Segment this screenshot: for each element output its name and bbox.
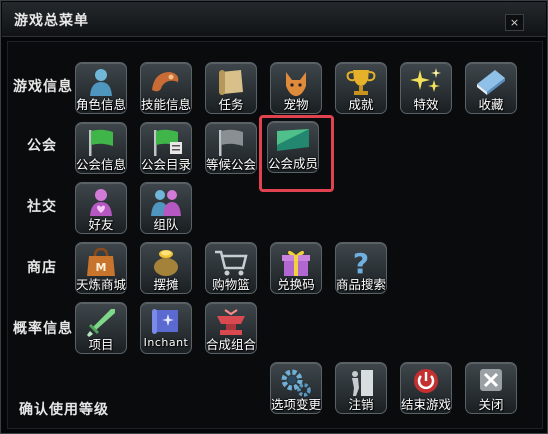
pet-button[interactable]: 宠物 bbox=[270, 62, 322, 114]
guild-info-button[interactable]: 公会信息 bbox=[75, 122, 127, 174]
cart-button[interactable]: 购物篮 bbox=[205, 242, 257, 294]
confirm-level-label: 确认使用等级 bbox=[19, 402, 109, 418]
svg-text:M: M bbox=[96, 261, 107, 274]
collection-button[interactable]: 收藏 bbox=[465, 62, 517, 114]
stall-button[interactable]: 摆摊 bbox=[140, 242, 192, 294]
party-button[interactable]: 组队 bbox=[140, 182, 192, 234]
quest-button[interactable]: 任务 bbox=[205, 62, 257, 114]
guild-list-button[interactable]: 公会目录 bbox=[140, 122, 192, 174]
section-label-game-info: 游戏信息 bbox=[13, 79, 73, 95]
item-search-button[interactable]: ? 商品搜索 bbox=[335, 242, 387, 294]
guild-wait-button[interactable]: 等候公会 bbox=[205, 122, 257, 174]
exit-game-button[interactable]: 结束游戏 bbox=[400, 362, 452, 414]
tianlian-shop-button[interactable]: M 天炼商城 bbox=[75, 242, 127, 294]
close-icon[interactable]: × bbox=[505, 14, 524, 31]
enchant-button[interactable]: Inchant bbox=[140, 302, 192, 354]
special-effect-button[interactable]: 特效 bbox=[400, 62, 452, 114]
section-label-shop: 商店 bbox=[27, 260, 57, 276]
section-label-guild: 公会 bbox=[27, 138, 57, 154]
redeem-button[interactable]: 兑换码 bbox=[270, 242, 322, 294]
skill-info-button[interactable]: 技能信息 bbox=[140, 62, 192, 114]
enchant-scroll-icon bbox=[152, 309, 178, 334]
role-info-button[interactable]: 角色信息 bbox=[75, 62, 127, 114]
combine-button[interactable]: 合成组合 bbox=[205, 302, 257, 354]
window-title: 游戏总菜单 bbox=[14, 13, 89, 29]
game-menu-window: 游戏总菜单 × 游戏信息 公会 社交 商店 概率信息 角色信息 技能信息 任务 bbox=[0, 0, 548, 434]
achievement-button[interactable]: 成就 bbox=[335, 62, 387, 114]
friends-button[interactable]: 好友 bbox=[75, 182, 127, 234]
logout-button[interactable]: 注销 bbox=[335, 362, 387, 414]
options-button[interactable]: 选项变更 bbox=[270, 362, 322, 414]
section-label-social: 社交 bbox=[27, 199, 57, 215]
item-probability-button[interactable]: 项目 bbox=[75, 302, 127, 354]
title-bar[interactable]: 游戏总菜单 × bbox=[2, 2, 546, 37]
selected-highlight bbox=[259, 115, 334, 192]
close-menu-button[interactable]: 关闭 bbox=[465, 362, 517, 414]
